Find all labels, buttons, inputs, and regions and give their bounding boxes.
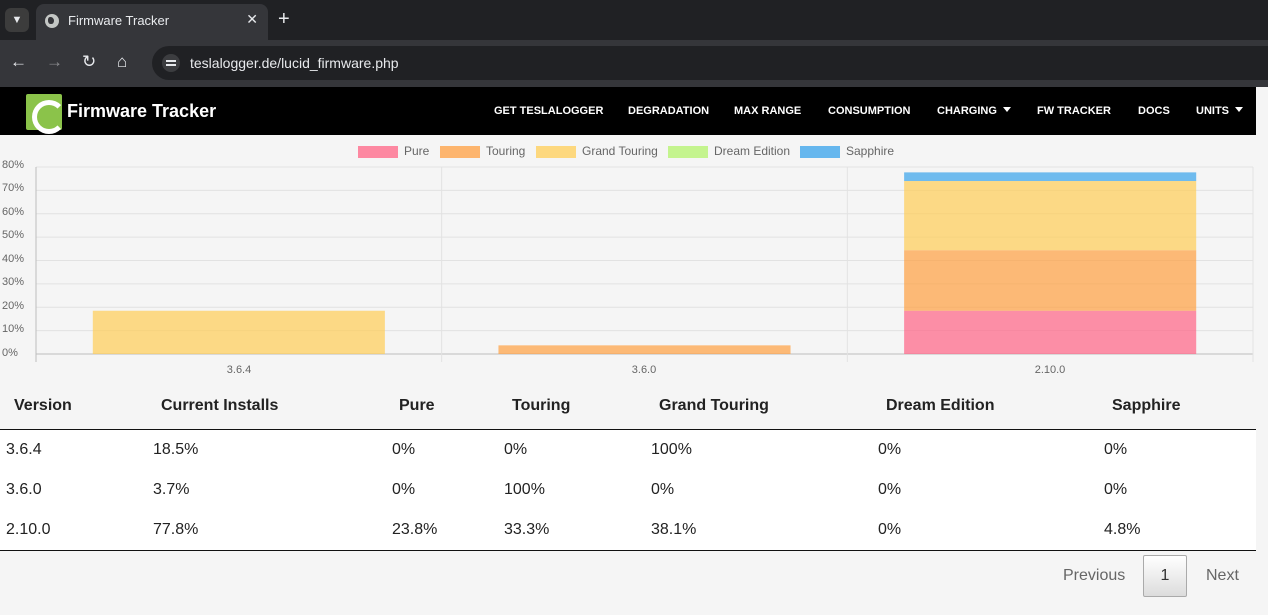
nav-degradation[interactable]: DEGRADATION	[628, 105, 709, 117]
table-cell: 33.3%	[504, 521, 550, 538]
teslalogger-logo[interactable]	[26, 94, 66, 134]
nav-units-label: UNITS	[1196, 105, 1229, 117]
bar-pure-2.10.0[interactable]	[904, 310, 1197, 354]
table-cell: 4.8%	[1104, 521, 1141, 538]
browser-tab[interactable]: Firmware Tracker ✕	[36, 4, 268, 40]
back-arrow-icon[interactable]: ←	[10, 52, 27, 72]
caret-down-icon	[1002, 107, 1011, 112]
nav-get-teslalogger[interactable]: GET TESLALOGGER	[494, 105, 603, 117]
firmware-chart: Pure Touring Grand Touring Dream Edition…	[0, 137, 1268, 382]
bar-touring-2.10.0[interactable]	[904, 250, 1197, 311]
column-header-sapphire[interactable]: Sapphire	[1112, 397, 1180, 415]
x-tick-label: 3.6.4	[226, 364, 252, 376]
globe-icon	[45, 14, 59, 28]
new-tab-button[interactable]: +	[278, 8, 290, 30]
table-cell: 0%	[878, 481, 902, 498]
browser-tab-bar: ▼ Firmware Tracker ✕ +	[0, 0, 1268, 40]
nav-max-range[interactable]: MAX RANGE	[734, 105, 801, 117]
table-cell: 100%	[504, 481, 545, 498]
table-cell: 2.10.0	[6, 521, 51, 538]
home-icon[interactable]: ⌂	[117, 52, 127, 72]
address-bar: ← → ↻ ⌂ teslalogger.de/lucid_firmware.ph…	[0, 40, 1268, 87]
reload-icon[interactable]: ↻	[82, 52, 96, 72]
site-navbar: Firmware Tracker GET TESLALOGGER DEGRADA…	[0, 87, 1256, 135]
url-text: teslalogger.de/lucid_firmware.php	[190, 55, 399, 71]
close-icon[interactable]: ✕	[246, 11, 258, 28]
table-cell: 0%	[878, 441, 902, 458]
x-tick-label: 2.10.0	[1034, 364, 1066, 376]
tab-title: Firmware Tracker	[68, 13, 170, 28]
caret-down-icon	[1235, 107, 1243, 112]
bar-sapphire-2.10.0[interactable]	[904, 172, 1197, 182]
x-tick-label: 3.6.0	[631, 364, 657, 376]
table-cell: 3.6.0	[6, 481, 42, 498]
table-row: 3.6.0 3.7% 0% 100% 0% 0% 0%	[0, 470, 1256, 510]
nav-charging-label: CHARGING	[937, 105, 997, 117]
nav-consumption[interactable]: CONSUMPTION	[828, 105, 911, 117]
table-cell: 0%	[878, 521, 902, 538]
column-header-touring[interactable]: Touring	[512, 397, 570, 415]
next-page-button[interactable]: Next	[1206, 567, 1239, 585]
table-row: 3.6.4 18.5% 0% 0% 100% 0% 0%	[0, 430, 1256, 470]
table-cell: 0%	[1104, 441, 1128, 458]
nav-units[interactable]: UNITS	[1196, 105, 1243, 117]
nav-charging[interactable]: CHARGING	[937, 105, 1011, 117]
table-cell: 0%	[651, 481, 675, 498]
tab-search-button[interactable]: ▼	[5, 8, 29, 32]
table-cell: 3.6.4	[6, 441, 42, 458]
table-cell: 18.5%	[153, 441, 199, 458]
bar-grand-touring-2.10.0[interactable]	[904, 181, 1197, 251]
table-cell: 100%	[651, 441, 692, 458]
page-1-button[interactable]: 1	[1143, 555, 1187, 597]
bar-touring-3.6.0[interactable]	[498, 345, 791, 354]
brand-title[interactable]: Firmware Tracker	[67, 101, 216, 122]
forward-arrow-icon[interactable]: →	[46, 52, 63, 72]
table-cell: 0%	[1104, 481, 1128, 498]
table-cell: 0%	[392, 481, 416, 498]
previous-page-button[interactable]: Previous	[1063, 567, 1125, 585]
column-header-version[interactable]: Version	[14, 397, 72, 415]
column-header-dream-edition[interactable]: Dream Edition	[886, 397, 994, 415]
chart-plot-area	[35, 166, 1254, 362]
nav-docs[interactable]: DOCS	[1138, 105, 1170, 117]
table-cell: 38.1%	[651, 521, 697, 538]
table-cell: 0%	[392, 441, 416, 458]
site-info-icon[interactable]	[162, 54, 180, 72]
table-cell: 3.7%	[153, 481, 190, 498]
table-row: 2.10.0 77.8% 23.8% 33.3% 38.1% 0% 4.8%	[0, 510, 1256, 550]
table-cell: 23.8%	[392, 521, 438, 538]
bar-grand-touring-3.6.4[interactable]	[92, 310, 385, 354]
column-header-grand-touring[interactable]: Grand Touring	[659, 397, 769, 415]
table-bottom-border	[0, 550, 1256, 551]
nav-fw-tracker[interactable]: FW TRACKER	[1037, 105, 1111, 117]
table-cell: 77.8%	[153, 521, 199, 538]
column-header-pure[interactable]: Pure	[399, 397, 435, 415]
column-header-current-installs[interactable]: Current Installs	[161, 397, 278, 415]
url-field[interactable]: teslalogger.de/lucid_firmware.php	[152, 46, 1268, 80]
table-cell: 0%	[504, 441, 528, 458]
